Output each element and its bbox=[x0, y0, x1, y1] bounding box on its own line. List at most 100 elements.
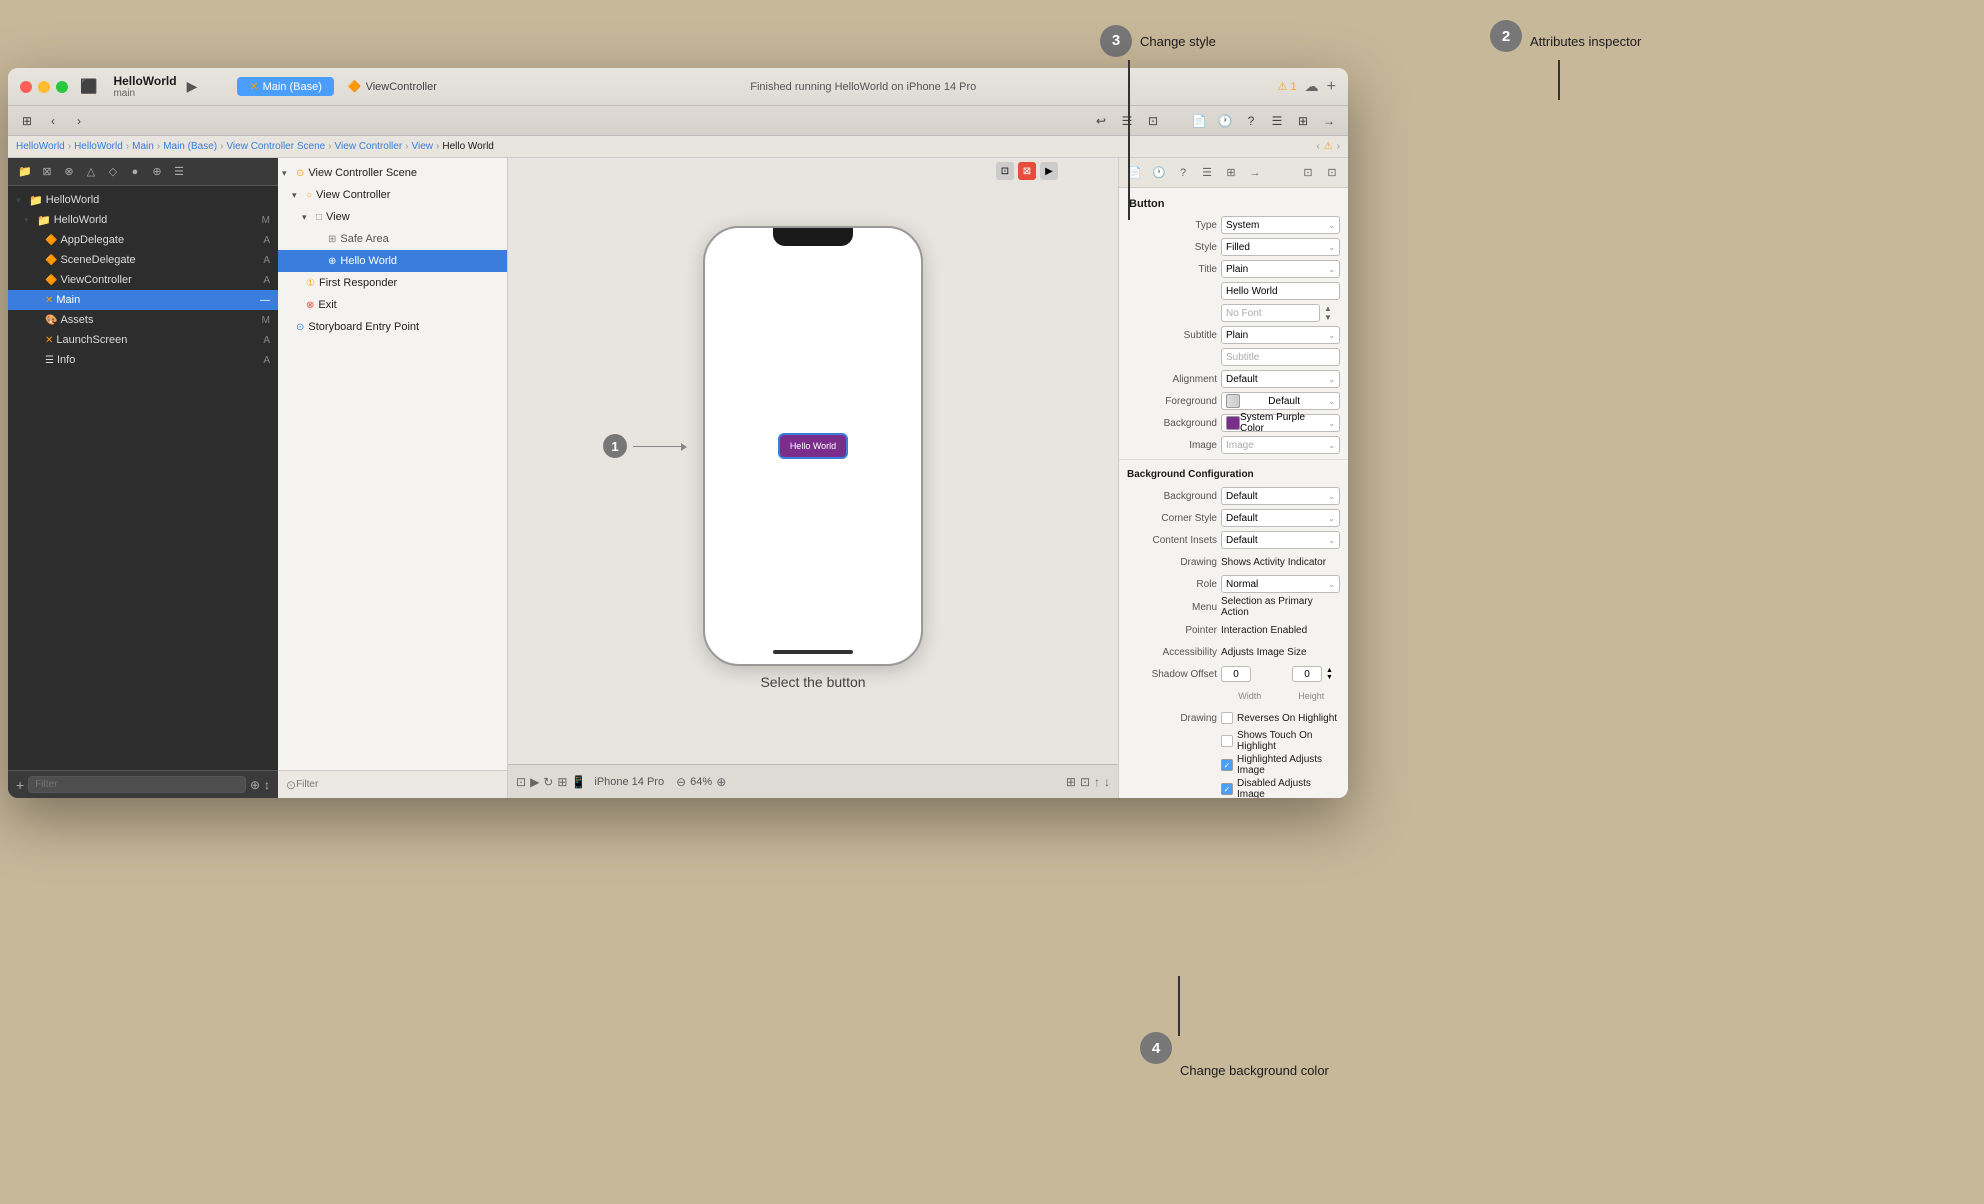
canvas-tool-add[interactable]: ↑ bbox=[1094, 775, 1100, 789]
close-button[interactable] bbox=[20, 81, 32, 93]
shadow-width-field[interactable]: 0 bbox=[1221, 666, 1251, 682]
inspector-select-title[interactable]: Plain ⌄ bbox=[1221, 260, 1340, 278]
shadow-height-field[interactable]: 0 bbox=[1292, 666, 1322, 682]
inspector-size-btn[interactable]: ⊞ bbox=[1292, 110, 1314, 132]
tree-item-launchscreen[interactable]: ✕ LaunchScreen A bbox=[8, 330, 278, 350]
file-filter-input[interactable] bbox=[28, 776, 246, 793]
nav-grid-btn[interactable]: ⊞ bbox=[16, 110, 38, 132]
checkbox-disabledadj[interactable]: ✓ bbox=[1221, 783, 1233, 795]
inspector-select-corner-style[interactable]: Default ⌄ bbox=[1221, 509, 1340, 527]
canvas-tool-1[interactable]: ⊡ bbox=[996, 162, 1014, 180]
shadow-stepper[interactable]: ▲ ▼ bbox=[1326, 667, 1340, 681]
bc-2[interactable]: HelloWorld bbox=[74, 141, 123, 152]
canvas-tool-link[interactable]: ⊞ bbox=[1066, 775, 1076, 789]
canvas-tool-2[interactable]: ⊠ bbox=[1018, 162, 1036, 180]
insp-btn-clock[interactable]: 🕐 bbox=[1149, 163, 1169, 183]
canvas-tool-3[interactable]: ▶ bbox=[1040, 162, 1058, 180]
inspector-select-style[interactable]: Filled ⌄ bbox=[1221, 238, 1340, 256]
tree-item-root[interactable]: ▾ 📁 HelloWorld bbox=[8, 190, 278, 210]
canvas-tool-play[interactable]: ▶ bbox=[530, 775, 539, 789]
scene-item-exit[interactable]: ⊗ Exit bbox=[278, 294, 507, 316]
run-button[interactable]: ▶ bbox=[187, 78, 198, 95]
bc-5[interactable]: View Controller Scene bbox=[226, 141, 325, 152]
bc-7[interactable]: View bbox=[412, 141, 434, 152]
scene-item-safearea[interactable]: ⊞ Safe Area bbox=[278, 228, 507, 250]
zoom-in-btn[interactable]: ⊕ bbox=[716, 775, 726, 789]
inspector-select-image[interactable]: Image ⌄ bbox=[1221, 436, 1340, 454]
inspector-file-btn[interactable]: 📄 bbox=[1188, 110, 1210, 132]
cloud-icon[interactable]: ☁ bbox=[1305, 78, 1319, 95]
checkbox-reverses[interactable] bbox=[1221, 712, 1233, 724]
tree-item-info[interactable]: ☰ Info A bbox=[8, 350, 278, 370]
inspector-select-subtitle[interactable]: Plain ⌄ bbox=[1221, 326, 1340, 344]
insp-btn-conn[interactable]: → bbox=[1245, 163, 1265, 183]
sort-btn[interactable]: ↕ bbox=[264, 778, 270, 792]
nav-forward-btn[interactable]: › bbox=[68, 110, 90, 132]
insp-btn-help[interactable]: ? bbox=[1173, 163, 1193, 183]
insp-btn-size[interactable]: ⊞ bbox=[1221, 163, 1241, 183]
tree-item-appdelegate[interactable]: 🔶 AppDelegate A bbox=[8, 230, 278, 250]
insp-btn-toggle-right[interactable]: ⊡ bbox=[1322, 163, 1342, 183]
bc-1[interactable]: HelloWorld bbox=[16, 141, 65, 152]
sidebar-toggle-icon[interactable]: ⬛ bbox=[80, 78, 97, 95]
scene-filter-input[interactable] bbox=[296, 779, 499, 790]
checkbox-showstouch[interactable] bbox=[1221, 735, 1233, 747]
inspector-select-foreground[interactable]: Default ⌄ bbox=[1221, 392, 1340, 410]
minimize-button[interactable] bbox=[38, 81, 50, 93]
sidebar-debug-icon[interactable]: ● bbox=[126, 163, 144, 181]
sidebar-test-icon[interactable]: ◇ bbox=[104, 163, 122, 181]
inspector-select-role[interactable]: Normal ⌄ bbox=[1221, 575, 1340, 593]
canvas-tool-rotate[interactable]: ↻ bbox=[543, 775, 553, 789]
inspector-attr-btn[interactable]: ☰ bbox=[1266, 110, 1288, 132]
sidebar-vcs-icon[interactable]: ⊗ bbox=[60, 163, 78, 181]
inspector-title-input[interactable]: Attributes inspector Hello World bbox=[1221, 282, 1340, 300]
toolbar-btn-2[interactable]: ☰ bbox=[1116, 110, 1138, 132]
insp-btn-toggle-left[interactable]: ⊡ bbox=[1298, 163, 1318, 183]
canvas-tool-storyboard[interactable]: ⊡ bbox=[516, 775, 526, 789]
zoom-out-btn[interactable]: ⊖ bbox=[676, 775, 686, 789]
insp-btn-attr[interactable]: ☰ bbox=[1197, 163, 1217, 183]
canvas-tool-export[interactable]: ↓ bbox=[1104, 775, 1110, 789]
inspector-select-background[interactable]: System Purple Color ⌄ bbox=[1221, 414, 1340, 432]
sidebar-breakpoint-icon[interactable]: ⊕ bbox=[148, 163, 166, 181]
inspector-select-alignment[interactable]: Default ⌄ bbox=[1221, 370, 1340, 388]
tab-main-base[interactable]: ✕ Main (Base) bbox=[237, 77, 334, 96]
sidebar-search-icon[interactable]: ⊠ bbox=[38, 163, 56, 181]
filter-options-btn[interactable]: ⊕ bbox=[250, 778, 260, 792]
bc-3[interactable]: Main bbox=[132, 141, 154, 152]
inspector-conn-btn[interactable]: → bbox=[1318, 110, 1340, 132]
tree-item-assets[interactable]: 🎨 Assets M bbox=[8, 310, 278, 330]
font-stepper[interactable]: ▲ ▼ bbox=[1324, 304, 1340, 322]
add-file-btn[interactable]: + bbox=[16, 777, 24, 793]
inspector-font-field[interactable]: No Font bbox=[1221, 304, 1320, 322]
maximize-button[interactable] bbox=[56, 81, 68, 93]
scene-item-entry[interactable]: ⊙ Storyboard Entry Point bbox=[278, 316, 507, 338]
tree-item-scenedelegate[interactable]: 🔶 SceneDelegate A bbox=[8, 250, 278, 270]
toolbar-btn-1[interactable]: ↩ bbox=[1090, 110, 1112, 132]
bc-next-btn[interactable]: › bbox=[1337, 141, 1340, 152]
sidebar-reports-icon[interactable]: ☰ bbox=[170, 163, 188, 181]
bc-6[interactable]: View Controller bbox=[335, 141, 403, 152]
nav-back-btn[interactable]: ‹ bbox=[42, 110, 64, 132]
inspector-subtitle-input[interactable]: Subtitle bbox=[1221, 348, 1340, 366]
toolbar-btn-3[interactable]: ⊡ bbox=[1142, 110, 1164, 132]
canvas-tool-device[interactable]: 📱 bbox=[571, 775, 586, 789]
scene-item-view[interactable]: ▾ □ View bbox=[278, 206, 507, 228]
tab-viewcontroller[interactable]: 🔶 ViewController bbox=[336, 77, 449, 96]
checkbox-highlightedadj[interactable]: ✓ bbox=[1221, 759, 1233, 771]
hello-world-button[interactable]: Hello World bbox=[778, 433, 848, 459]
inspector-select-bg-config[interactable]: Default ⌄ bbox=[1221, 487, 1340, 505]
scene-item-vc[interactable]: ▾ ○ View Controller bbox=[278, 184, 507, 206]
inspector-help-btn[interactable]: ? bbox=[1240, 110, 1262, 132]
inspector-clock-btn[interactable]: 🕐 bbox=[1214, 110, 1236, 132]
add-button[interactable]: + bbox=[1327, 78, 1336, 96]
sidebar-folder-icon[interactable]: 📁 bbox=[16, 163, 34, 181]
canvas-tool-fit[interactable]: ⊞ bbox=[557, 775, 567, 789]
canvas-tool-more[interactable]: ⊡ bbox=[1080, 775, 1090, 789]
tree-item-main[interactable]: ✕ Main — bbox=[8, 290, 278, 310]
inspector-select-content-insets[interactable]: Default ⌄ bbox=[1221, 531, 1340, 549]
inspector-select-type[interactable]: System ⌄ bbox=[1221, 216, 1340, 234]
scene-item-fr[interactable]: ① First Responder bbox=[278, 272, 507, 294]
tree-item-viewcontroller[interactable]: 🔶 ViewController A bbox=[8, 270, 278, 290]
sidebar-warn-icon[interactable]: △ bbox=[82, 163, 100, 181]
